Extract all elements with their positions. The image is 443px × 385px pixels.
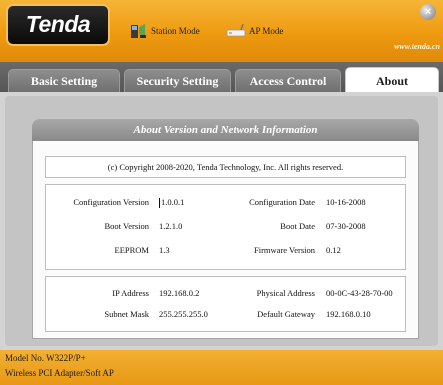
tab-basic-setting[interactable]: Basic Setting: [8, 69, 120, 92]
app-window: Tenda Station Mode AP Mode × www.tenda.c…: [0, 0, 443, 385]
tab-access-control[interactable]: Access Control: [235, 69, 341, 92]
ap-icon: [226, 21, 246, 41]
default-gateway-value: 192.168.0.10: [326, 309, 371, 319]
ap-mode-button[interactable]: AP Mode: [226, 20, 283, 42]
panel-title: About Version and Network Information: [32, 119, 419, 141]
eeprom-label: EEPROM: [114, 245, 149, 255]
config-date-value: 10-16-2008: [326, 197, 366, 207]
footer-bar: Model No. W322P/P+ Wireless PCI Adapter/…: [0, 350, 443, 385]
header-bar: Tenda Station Mode AP Mode × www.tenda.c…: [0, 0, 443, 62]
ip-address-value: 192.168.0.2: [159, 288, 200, 298]
info-row: EEPROM 1.3 Firmware Version 0.12: [46, 245, 405, 261]
config-version-value: 1.0.0.1: [159, 197, 185, 209]
ap-mode-label: AP Mode: [249, 26, 284, 36]
tab-about[interactable]: About: [345, 67, 439, 93]
copyright-box: (c) Copyright 2008-2020, Tenda Technolog…: [45, 156, 406, 178]
boot-version-label: Boot Version: [104, 221, 149, 231]
website-label: www.tenda.cn: [394, 42, 440, 51]
station-icon: [128, 21, 148, 41]
station-mode-button[interactable]: Station Mode: [128, 20, 200, 42]
boot-date-label: Boot Date: [280, 221, 315, 231]
network-info-box: IP Address 192.168.0.2 Physical Address …: [45, 276, 406, 332]
copyright-text: (c) Copyright 2008-2020, Tenda Technolog…: [107, 162, 344, 172]
tenda-logo: Tenda: [6, 4, 110, 46]
subnet-mask-value: 255.255.255.0: [159, 309, 208, 319]
about-panel: About Version and Network Information (c…: [32, 119, 419, 339]
info-row: Configuration Version 1.0.0.1 Configurat…: [46, 197, 405, 213]
default-gateway-label: Default Gateway: [257, 309, 315, 319]
boot-date-value: 07-30-2008: [326, 221, 366, 231]
product-name: Wireless PCI Adapter/Soft AP: [5, 368, 114, 378]
physical-address-label: Physical Address: [256, 288, 315, 298]
tab-bar: Basic Setting Security Setting Access Co…: [0, 62, 443, 93]
content-inner: About Version and Network Information (c…: [5, 96, 438, 346]
config-version-label: Configuration Version: [73, 197, 149, 207]
subnet-mask-label: Subnet Mask: [104, 309, 149, 319]
main-content: About Version and Network Information (c…: [0, 92, 443, 350]
station-mode-label: Station Mode: [151, 26, 200, 36]
eeprom-value: 1.3: [159, 245, 170, 255]
version-info-box: Configuration Version 1.0.0.1 Configurat…: [45, 184, 406, 270]
info-row: Boot Version 1.2.1.0 Boot Date 07-30-200…: [46, 221, 405, 237]
boot-version-value: 1.2.1.0: [159, 221, 183, 231]
network-row: Subnet Mask 255.255.255.0 Default Gatewa…: [46, 309, 405, 325]
firmware-version-label: Firmware Version: [254, 245, 315, 255]
tab-security-setting[interactable]: Security Setting: [124, 69, 231, 92]
physical-address-value: 00-0C-43-28-70-00: [326, 288, 393, 298]
config-date-label: Configuration Date: [249, 197, 315, 207]
network-row: IP Address 192.168.0.2 Physical Address …: [46, 288, 405, 304]
close-icon[interactable]: ×: [420, 4, 436, 20]
model-number: Model No. W322P/P+: [5, 353, 86, 363]
firmware-version-value: 0.12: [326, 245, 341, 255]
ip-address-label: IP Address: [112, 288, 149, 298]
